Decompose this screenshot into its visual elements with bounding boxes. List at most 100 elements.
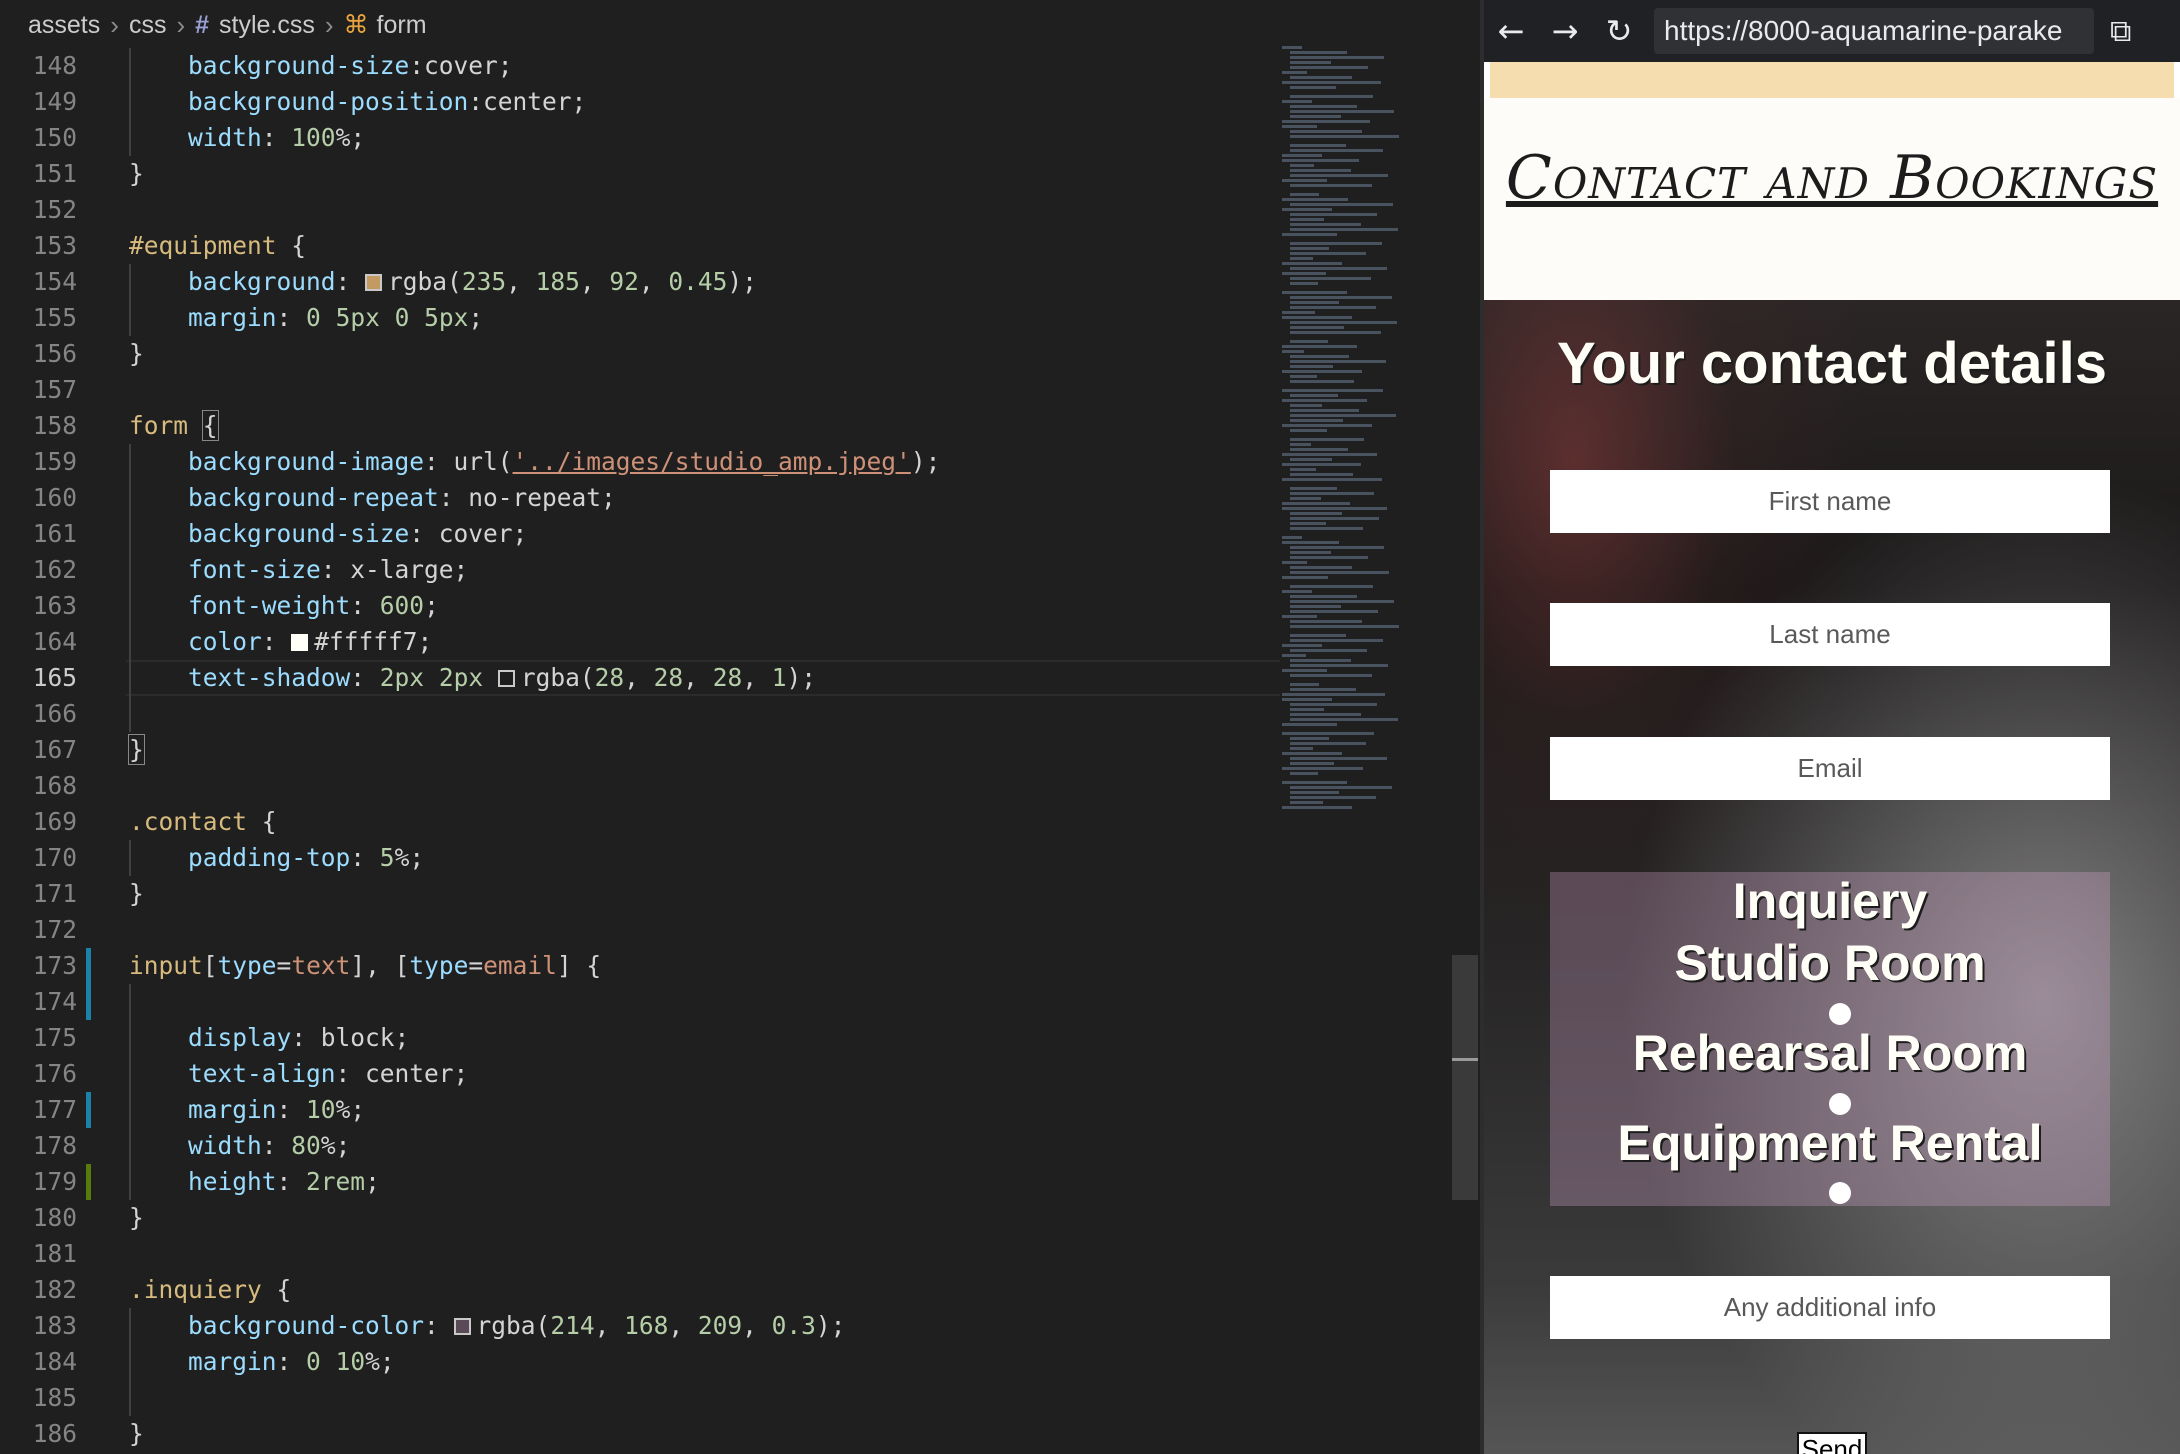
minimap-line <box>1290 247 1329 250</box>
code-line[interactable]: 158 form { <box>0 408 1280 444</box>
minimap-line <box>1282 590 1312 593</box>
gutter-change-marker[interactable] <box>86 1164 91 1200</box>
code-line[interactable]: 164 color: #fffff7; <box>0 624 1280 660</box>
breadcrumb-item-symbol[interactable]: form <box>377 11 427 40</box>
code-area[interactable]: 148 background-size:cover; 149 background… <box>0 48 1280 1452</box>
code-line[interactable]: 172 <box>0 912 1280 948</box>
code-editor[interactable]: assets › css › # style.css › ⌘ form 148 … <box>0 0 1480 1454</box>
minimap-line <box>1290 605 1341 608</box>
minimap-line <box>1282 752 1342 755</box>
code-line[interactable]: 154 background: rgba(235, 185, 92, 0.45)… <box>0 264 1280 300</box>
code-line[interactable]: 160 background-repeat: no-repeat; <box>0 480 1280 516</box>
code-line[interactable]: 159 background-image: url('../images/stu… <box>0 444 1280 480</box>
minimap[interactable] <box>1280 42 1452 822</box>
line-number: 160 <box>32 483 77 512</box>
code-line[interactable]: 181 <box>0 1236 1280 1272</box>
breadcrumb-item-assets[interactable]: assets <box>28 11 100 40</box>
minimap-line <box>1290 443 1311 446</box>
code-line[interactable]: 163 font-weight: 600; <box>0 588 1280 624</box>
minimap-line <box>1290 473 1353 476</box>
code-line[interactable]: 180} <box>0 1200 1280 1236</box>
minimap-line <box>1282 120 1370 123</box>
code-text: } <box>129 159 144 188</box>
code-line[interactable]: 179 height: 2rem; <box>0 1164 1280 1200</box>
line-number: 186 <box>32 1419 77 1448</box>
color-swatch-icon[interactable] <box>497 670 515 687</box>
inquiry-heading: Inquiery <box>1732 873 1928 929</box>
code-line[interactable]: 153 #equipment { <box>0 228 1280 264</box>
minimap-line <box>1290 585 1373 588</box>
code-line[interactable]: 175 display: block; <box>0 1020 1280 1056</box>
code-line[interactable]: 167} <box>0 732 1280 768</box>
minimap-line <box>1282 669 1327 672</box>
code-line[interactable]: 148 background-size:cover; <box>0 48 1280 84</box>
symbol-class-icon: ⌘ <box>343 11 369 39</box>
email-input[interactable]: Email <box>1550 737 2110 800</box>
minimap-line <box>1290 713 1361 716</box>
radio-rehearsal-room[interactable] <box>1829 1093 1851 1115</box>
code-line[interactable]: 186} <box>0 1416 1280 1452</box>
code-line[interactable]: 171} <box>0 876 1280 912</box>
color-swatch-icon[interactable] <box>291 634 309 651</box>
reload-icon[interactable]: ↻ <box>1592 12 1646 50</box>
line-number: 155 <box>32 303 77 332</box>
code-line[interactable]: 155 margin: 0 5px 0 5px; <box>0 300 1280 336</box>
back-arrow-icon[interactable]: ← <box>1484 12 1538 50</box>
minimap-line <box>1290 331 1381 334</box>
url-field[interactable]: https://8000-aquamarine-parake <box>1654 8 2094 54</box>
indent-guide <box>129 48 131 156</box>
code-line[interactable]: 151} <box>0 156 1280 192</box>
minimap-line <box>1290 277 1371 280</box>
first-name-input[interactable]: First name <box>1550 470 2110 533</box>
gutter-change-marker[interactable] <box>86 1092 91 1128</box>
code-text: input[type=text], [type=email] { <box>129 951 602 980</box>
minimap-line <box>1290 105 1357 108</box>
code-line[interactable]: 176 text-align: center; <box>0 1056 1280 1092</box>
additional-info-input[interactable]: Any additional info <box>1550 1276 2110 1339</box>
breadcrumb-item-file[interactable]: style.css <box>219 11 315 40</box>
code-line[interactable]: 168 <box>0 768 1280 804</box>
editor-scrollbar[interactable] <box>1452 955 1478 1200</box>
minimap-line <box>1290 664 1388 667</box>
line-number: 180 <box>32 1203 77 1232</box>
code-line[interactable]: 183 background-color: rgba(214, 168, 209… <box>0 1308 1280 1344</box>
code-line[interactable]: 185 <box>0 1380 1280 1416</box>
code-line[interactable]: 162 font-size: x-large; <box>0 552 1280 588</box>
gutter-change-marker[interactable] <box>86 948 91 1020</box>
minimap-line <box>1282 311 1315 314</box>
color-swatch-icon[interactable] <box>365 274 383 291</box>
code-line[interactable]: 178 width: 80%; <box>0 1128 1280 1164</box>
breadcrumb-item-css[interactable]: css <box>129 11 167 40</box>
code-line[interactable]: 152 <box>0 192 1280 228</box>
line-number: 163 <box>32 591 77 620</box>
send-button[interactable]: Send <box>1797 1432 1867 1454</box>
last-name-input[interactable]: Last name <box>1550 603 2110 666</box>
color-swatch-icon[interactable] <box>453 1318 471 1335</box>
forward-arrow-icon[interactable]: → <box>1538 12 1592 50</box>
line-number: 175 <box>32 1023 77 1052</box>
radio-equipment-rental[interactable] <box>1829 1182 1851 1204</box>
code-line[interactable]: 165 text-shadow: 2px 2px rgba(28, 28, 28… <box>0 660 1280 696</box>
line-number: 149 <box>32 87 77 116</box>
minimap-line <box>1282 399 1367 402</box>
minimap-line <box>1290 301 1339 304</box>
minimap-line <box>1290 595 1357 598</box>
line-number: 170 <box>32 843 77 872</box>
code-line[interactable]: 184 margin: 0 10%; <box>0 1344 1280 1380</box>
code-line[interactable]: 174 <box>0 984 1280 1020</box>
code-line[interactable]: 182 .inquiery { <box>0 1272 1280 1308</box>
code-line[interactable]: 156} <box>0 336 1280 372</box>
code-line[interactable]: 150 width: 100%; <box>0 120 1280 156</box>
radio-studio-room[interactable] <box>1829 1003 1851 1025</box>
code-line[interactable]: 149 background-position:center; <box>0 84 1280 120</box>
code-line[interactable]: 177 margin: 10%; <box>0 1092 1280 1128</box>
open-external-icon[interactable]: ⧉ <box>2110 14 2131 49</box>
breadcrumb: assets › css › # style.css › ⌘ form <box>0 0 1480 50</box>
code-line[interactable]: 169 .contact { <box>0 804 1280 840</box>
code-line[interactable]: 173 input[type=text], [type=email] { <box>0 948 1280 984</box>
code-line[interactable]: 170 padding-top: 5%; <box>0 840 1280 876</box>
minimap-line <box>1290 492 1374 495</box>
code-line[interactable]: 166 <box>0 696 1280 732</box>
code-line[interactable]: 161 background-size: cover; <box>0 516 1280 552</box>
code-line[interactable]: 157 <box>0 372 1280 408</box>
